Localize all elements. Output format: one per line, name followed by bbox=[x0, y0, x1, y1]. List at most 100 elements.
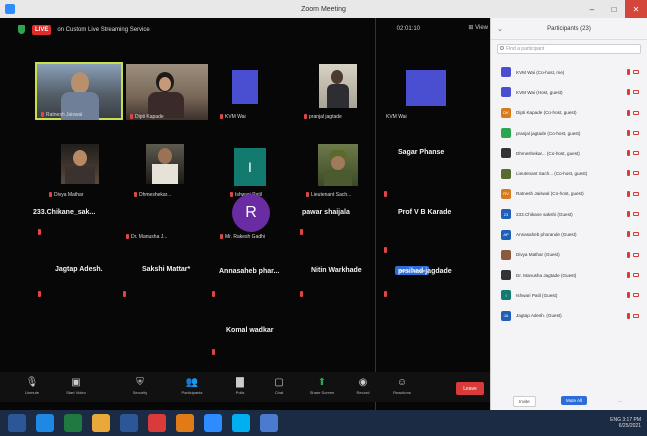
start-video-button[interactable]: ▣ Start Video bbox=[54, 376, 98, 395]
video-tile[interactable]: R Mr. Rakesh Gadhi bbox=[216, 190, 282, 240]
more-options-button[interactable]: ... bbox=[613, 396, 627, 405]
mute-all-button[interactable]: Mute All bbox=[561, 396, 588, 405]
mic-muted-icon[interactable] bbox=[627, 271, 630, 278]
tile-big-name[interactable]: Komal wadkar bbox=[226, 327, 273, 334]
video-tile[interactable]: Lieutenant Sach... bbox=[302, 144, 366, 198]
video-off-icon[interactable] bbox=[633, 313, 639, 318]
system-tray[interactable]: ENG 3:17 PM 6/25/2021 bbox=[610, 417, 641, 429]
mic-muted-icon[interactable] bbox=[627, 190, 630, 197]
participant-row[interactable]: I Ishwari Patil (Guest) bbox=[491, 285, 647, 305]
tile-big-name[interactable]: Nitin Warkhade bbox=[311, 267, 362, 274]
participants-title: Participants (23) bbox=[547, 25, 591, 32]
mic-muted-icon[interactable] bbox=[627, 129, 630, 136]
live-badge[interactable]: LIVE bbox=[32, 25, 52, 35]
participant-video bbox=[37, 64, 121, 120]
mic-muted-icon bbox=[384, 247, 387, 253]
tile-big-name[interactable]: Sakshi Mattar* bbox=[142, 266, 190, 273]
participant-name: Ratnesh Jaiswal (Co-host, guest) bbox=[516, 191, 584, 197]
polls-button[interactable]: ▇ Polls bbox=[218, 376, 262, 395]
tile-big-name[interactable]: Sagar Phanse bbox=[398, 149, 444, 156]
participant-row[interactable]: 23 233.Chikane sakshi (Guest) bbox=[491, 204, 647, 224]
tile-big-name[interactable]: pawar shaijala bbox=[302, 209, 350, 216]
folder-icon[interactable] bbox=[92, 414, 110, 432]
mic-muted-icon bbox=[126, 234, 129, 240]
record-button[interactable]: ◉ Record bbox=[341, 376, 385, 395]
video-off-icon[interactable] bbox=[633, 151, 639, 156]
participant-row[interactable]: RV Ratnesh Jaiswal (Co-host, guest) bbox=[491, 184, 647, 204]
participant-video bbox=[146, 144, 184, 184]
paint-icon[interactable] bbox=[260, 414, 278, 432]
participant-row[interactable]: Divya Mathar (Guest) bbox=[491, 245, 647, 265]
video-off-icon[interactable] bbox=[633, 90, 639, 95]
encryption-shield-icon[interactable] bbox=[18, 25, 25, 34]
video-off-icon[interactable] bbox=[633, 191, 639, 196]
word-icon[interactable] bbox=[120, 414, 138, 432]
share-screen-button[interactable]: ⬆ Share Screen bbox=[300, 376, 344, 395]
video-off-icon[interactable] bbox=[633, 252, 639, 257]
video-off-icon[interactable] bbox=[633, 130, 639, 135]
participant-name: 233.Chikane sakshi (Guest) bbox=[516, 211, 573, 217]
minimize-button[interactable]: – bbox=[581, 0, 603, 18]
mic-muted-icon[interactable] bbox=[627, 211, 630, 218]
video-tile[interactable]: Dr. Manusha J... bbox=[122, 226, 202, 240]
media-player-icon[interactable] bbox=[176, 414, 194, 432]
start-button-icon[interactable] bbox=[8, 414, 26, 432]
mic-muted-icon[interactable] bbox=[627, 292, 630, 299]
video-tile[interactable]: Ratnesh Jaiswal bbox=[35, 62, 123, 120]
participant-row[interactable]: Dhmeshekar... (Co-host, guest) bbox=[491, 143, 647, 163]
video-tile[interactable]: KVM Wai bbox=[382, 66, 454, 120]
video-off-icon[interactable] bbox=[633, 272, 639, 277]
participant-row[interactable]: KVM Wai (Host, guest) bbox=[491, 82, 647, 102]
video-off-icon[interactable] bbox=[633, 110, 639, 115]
video-off-icon[interactable] bbox=[633, 70, 639, 74]
mic-muted-icon[interactable] bbox=[627, 251, 630, 258]
mic-muted-icon[interactable] bbox=[627, 69, 630, 75]
close-button[interactable]: ✕ bbox=[625, 0, 647, 18]
mic-muted-icon[interactable] bbox=[627, 312, 630, 319]
video-tile[interactable]: Divya Mathar bbox=[45, 144, 115, 198]
ie-icon[interactable] bbox=[36, 414, 54, 432]
zoom-icon[interactable] bbox=[204, 414, 222, 432]
leave-button[interactable]: Leave bbox=[456, 382, 484, 395]
search-placeholder: Find a participant bbox=[506, 46, 545, 52]
video-off-icon[interactable] bbox=[633, 212, 639, 217]
participant-row[interactable]: pranjal jagtade (Co-host, guest) bbox=[491, 123, 647, 143]
participant-row[interactable]: DK Dipti Kapade (Co-host, guest) bbox=[491, 103, 647, 123]
live-service-label[interactable]: on Custom Live Streaming Service bbox=[57, 27, 149, 33]
tile-big-name[interactable]: prsihad jagdade bbox=[398, 268, 452, 275]
video-tile[interactable]: Dhmeshekar... bbox=[130, 144, 206, 198]
mic-muted-icon[interactable] bbox=[627, 170, 630, 177]
mic-muted-icon[interactable] bbox=[627, 89, 630, 96]
maximize-button[interactable]: □ bbox=[603, 0, 625, 18]
mic-muted-icon[interactable] bbox=[627, 109, 630, 116]
participants-button[interactable]: 👥 Participants bbox=[170, 376, 214, 395]
video-off-icon[interactable] bbox=[633, 293, 639, 298]
tile-big-name[interactable]: 233.Chikane_sak... bbox=[33, 209, 95, 216]
mic-muted-icon[interactable] bbox=[627, 231, 630, 238]
chevron-down-icon[interactable]: ⌄ bbox=[497, 25, 503, 33]
participant-row[interactable]: AP Annasaheb phorande (Guest) bbox=[491, 224, 647, 244]
video-tile[interactable]: pranjal jagtade bbox=[300, 64, 366, 120]
participant-row[interactable]: Dr. Manusha Jagtade (Guest) bbox=[491, 265, 647, 285]
participant-row[interactable]: KVM Wai (Co-host, me) bbox=[491, 62, 647, 82]
video-off-icon[interactable] bbox=[633, 171, 639, 176]
tile-big-name[interactable]: Prof V B Karade bbox=[398, 209, 451, 216]
video-tile[interactable]: KVM Wai bbox=[216, 66, 276, 120]
invite-button[interactable]: Invite bbox=[513, 396, 536, 407]
chrome-icon[interactable] bbox=[148, 414, 166, 432]
reactions-button[interactable]: ☺ Reactions bbox=[380, 376, 424, 395]
security-button[interactable]: ⛨ Security bbox=[118, 376, 162, 395]
chat-button[interactable]: ▢ Chat bbox=[257, 376, 301, 395]
view-button[interactable]: ⊞ View bbox=[468, 24, 488, 31]
excel-icon[interactable] bbox=[64, 414, 82, 432]
participant-row[interactable]: Lieutenant Sach... (Co-host, guest) bbox=[491, 163, 647, 183]
video-off-icon[interactable] bbox=[633, 232, 639, 237]
participant-search-input[interactable]: Find a participant bbox=[497, 44, 641, 54]
video-tile[interactable]: Dipti Kapade bbox=[126, 64, 208, 120]
tile-big-name[interactable]: Annasaheb phar... bbox=[219, 268, 279, 275]
participant-row[interactable]: JA Jagtap Adesh. (Guest) bbox=[491, 306, 647, 326]
tile-big-name[interactable]: Jagtap Adesh. bbox=[55, 266, 103, 273]
skype-icon[interactable] bbox=[232, 414, 250, 432]
mic-muted-icon[interactable] bbox=[627, 150, 630, 157]
unmute-button[interactable]: 🎙 Unmute bbox=[10, 376, 54, 395]
